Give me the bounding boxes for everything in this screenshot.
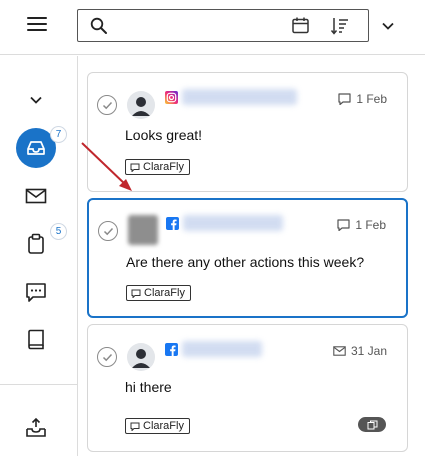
user-icon <box>127 343 155 371</box>
message-text: Are there any other actions this week? <box>126 254 365 270</box>
check-icon <box>103 227 113 235</box>
account-tag[interactable]: ClaraFly <box>126 285 191 301</box>
outbox-icon <box>26 417 46 437</box>
sidebar-collapse-button[interactable] <box>16 80 56 120</box>
check-icon <box>102 353 112 361</box>
clipboard-icon <box>28 233 44 254</box>
message-date: 1 Feb <box>338 92 387 106</box>
search-input[interactable] <box>116 16 316 36</box>
author-name-redacted <box>183 215 283 231</box>
tasks-count-badge: 5 <box>50 223 67 240</box>
message-date: 31 Jan <box>333 344 387 358</box>
sort-icon[interactable] <box>330 16 350 36</box>
sidebar-item-outbox[interactable] <box>16 408 56 448</box>
envelope-icon <box>25 188 47 204</box>
sidebar-divider <box>0 384 78 385</box>
author-name-redacted <box>182 89 297 105</box>
top-bar <box>0 0 425 55</box>
facebook-icon <box>166 217 179 230</box>
account-tag[interactable]: ClaraFly <box>125 159 190 175</box>
message-text: Looks great! <box>125 127 203 143</box>
conversation-card[interactable]: 1 Feb Looks great! ClaraFly <box>87 72 408 192</box>
expand-filters-button[interactable] <box>377 15 399 37</box>
select-checkbox[interactable] <box>98 221 118 241</box>
search-icon <box>90 17 107 34</box>
conversation-card[interactable]: 31 Jan hi there ClaraFly <box>87 324 408 452</box>
envelope-icon <box>333 346 346 356</box>
inbox-count-badge: 7 <box>50 126 67 143</box>
duplicate-indicator[interactable] <box>358 417 386 432</box>
calendar-icon[interactable] <box>291 16 310 35</box>
menu-icon[interactable] <box>27 17 47 33</box>
facebook-icon <box>165 343 178 356</box>
message-text: hi there <box>125 379 172 395</box>
user-icon <box>127 91 155 119</box>
sidebar-item-mail[interactable] <box>16 176 56 216</box>
tag-label: ClaraFly <box>143 161 184 173</box>
tag-label: ClaraFly <box>143 420 184 432</box>
comment-icon <box>130 163 140 172</box>
copy-icon <box>367 420 377 429</box>
author-name-redacted <box>182 341 262 357</box>
select-checkbox[interactable] <box>97 347 117 367</box>
select-checkbox[interactable] <box>97 95 117 115</box>
chevron-down-icon <box>30 96 42 104</box>
comment-icon <box>337 219 350 231</box>
tag-label: ClaraFly <box>144 287 185 299</box>
avatar <box>127 343 155 371</box>
inbox-icon <box>27 141 45 155</box>
chat-bubble-icon <box>26 282 46 302</box>
date-text: 1 Feb <box>355 218 386 232</box>
sidebar-item-book[interactable] <box>16 320 56 360</box>
sidebar: 7 5 <box>0 56 78 456</box>
date-text: 1 Feb <box>356 92 387 106</box>
check-icon <box>102 101 112 109</box>
chevron-down-icon <box>382 22 394 30</box>
message-date: 1 Feb <box>337 218 386 232</box>
comment-icon <box>130 422 140 431</box>
book-icon <box>28 329 44 350</box>
comment-icon <box>131 289 141 298</box>
avatar <box>127 91 155 119</box>
conversation-feed: 1 Feb Looks great! ClaraFly 1 Feb Are th… <box>79 56 425 456</box>
comment-icon <box>338 93 351 105</box>
avatar-redacted <box>128 215 158 245</box>
date-text: 31 Jan <box>350 344 387 358</box>
instagram-icon <box>165 91 178 104</box>
sidebar-item-chat[interactable] <box>16 272 56 312</box>
account-tag[interactable]: ClaraFly <box>125 418 190 434</box>
search-box[interactable] <box>77 9 369 42</box>
conversation-card-selected[interactable]: 1 Feb Are there any other actions this w… <box>87 198 408 318</box>
